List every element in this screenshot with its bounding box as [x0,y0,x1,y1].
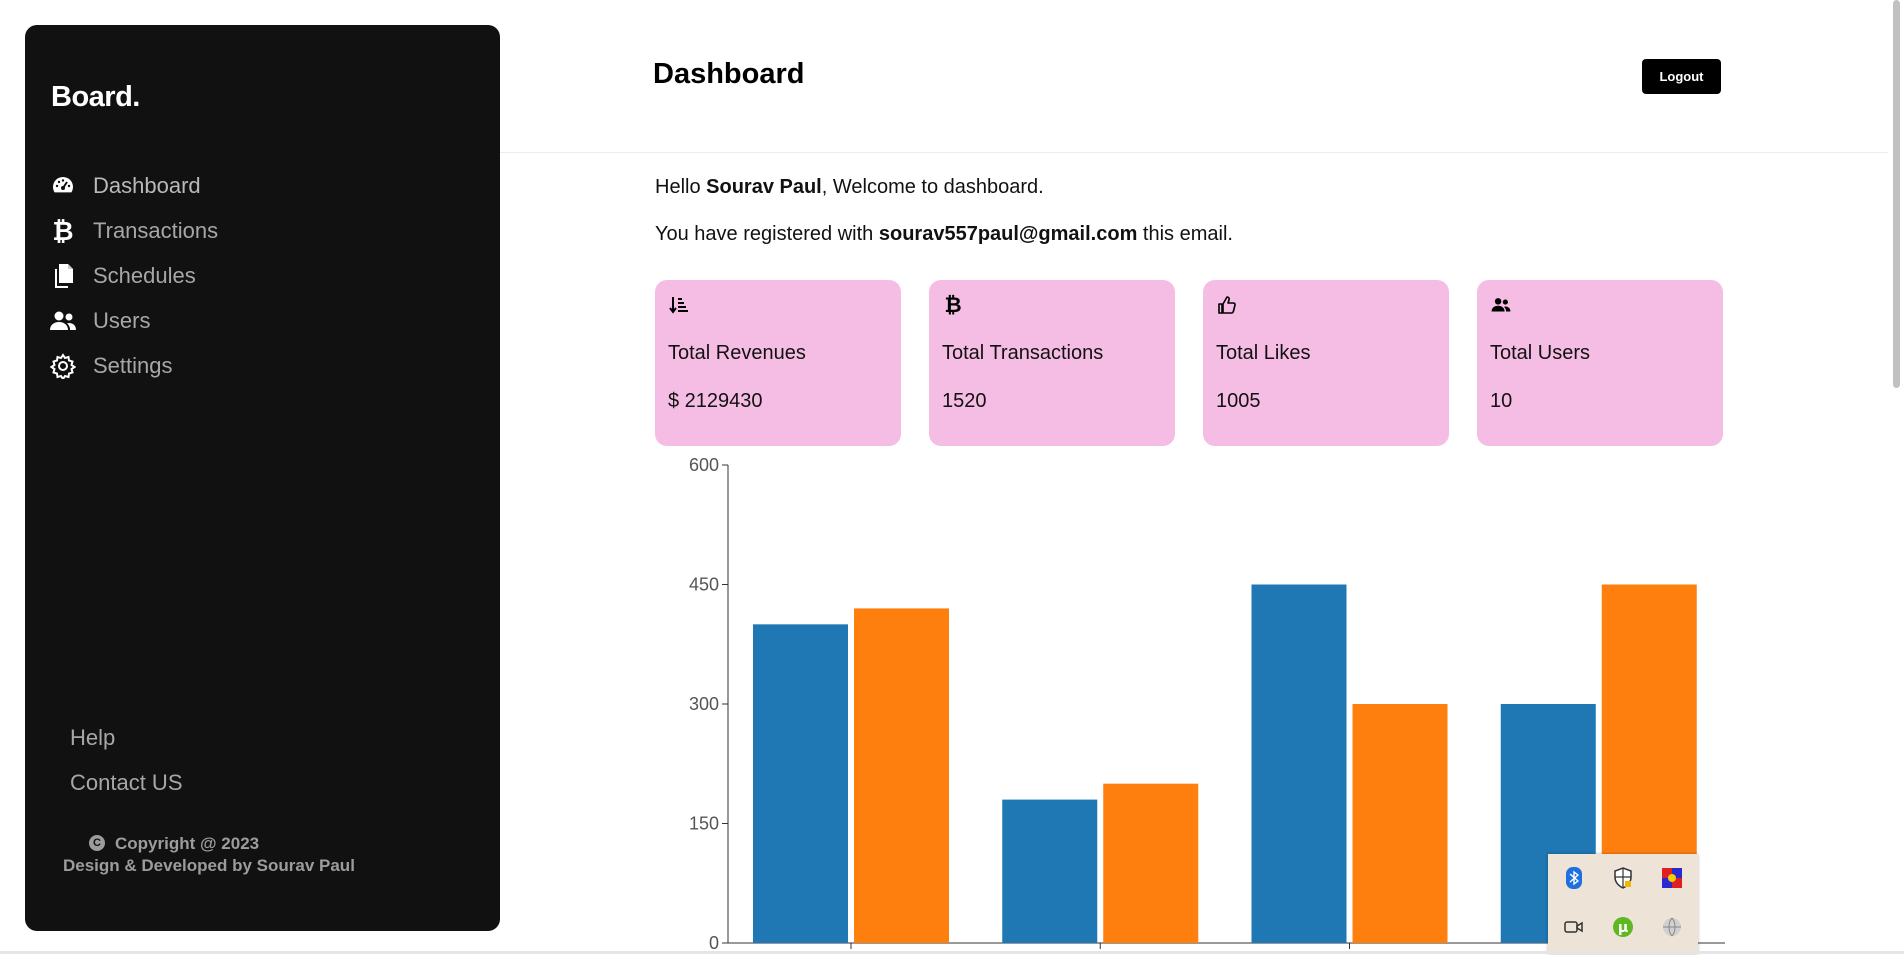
y-tick-label: 150 [689,814,719,834]
sidebar: Board. Dashboard ₿ Transactions Schedule… [25,25,500,931]
stat-cards: Total Revenues $ 2129430 ₿ Total Transac… [655,280,1723,446]
sidebar-item-schedules[interactable]: Schedules [49,253,218,298]
sidebar-nav: Dashboard ₿ Transactions Schedules Users… [49,163,218,388]
bar-series-2 [1352,704,1448,943]
sidebar-item-transactions[interactable]: ₿ Transactions [49,208,218,253]
system-tray-popup: µ [1548,854,1698,954]
sidebar-bottom-links: Help Contact US [70,715,183,805]
bar-series-1 [753,624,848,943]
svg-text:µ: µ [1618,920,1628,936]
bar-series-2 [1103,783,1199,943]
copyright-text: Copyright @ 2023 [115,834,260,853]
security-shield-icon[interactable] [1611,866,1635,890]
utorrent-icon[interactable]: µ [1611,915,1635,939]
svg-text:₿: ₿ [944,294,961,316]
card-total-transactions: ₿ Total Transactions 1520 [929,280,1175,446]
copyright: C Copyright @ 2023 Design & Developed by … [63,833,355,877]
users-icon [1490,294,1512,316]
card-value: $ 2129430 [668,390,763,412]
bluetooth-icon[interactable] [1562,866,1586,890]
user-name: Sourav Paul [706,176,822,198]
greeting-hello: Hello [655,176,707,198]
credits-text: Design & Developed by Sourav Paul [63,856,355,875]
user-email: sourav557paul@gmail.com [878,223,1138,245]
greeting-line: Hello Sourav Paul, Welcome to dashboard. [655,176,1044,199]
camera-icon[interactable] [1562,915,1586,939]
card-title: Total Users [1490,342,1591,364]
y-tick-label: 0 [709,933,719,953]
email-line: You have registered with sourav557paul@g… [655,223,1233,246]
logout-button[interactable]: Logout [1642,59,1721,94]
sidebar-item-dashboard[interactable]: Dashboard [49,163,218,208]
bar-series-1 [1251,584,1347,943]
card-total-users: Total Users 10 [1477,280,1723,446]
bar-series-2 [854,608,949,943]
page-scrollbar[interactable] [1888,0,1904,954]
card-total-likes: Total Likes 1005 [1203,280,1449,446]
email-prefix: You have registered with [655,223,879,245]
gear-icon [49,352,77,380]
y-tick-label: 300 [689,694,719,714]
bitcoin-icon: ₿ [49,217,77,245]
network-globe-icon[interactable] [1660,915,1684,939]
card-title: Total Likes [1216,342,1311,364]
greeting-welcome: , Welcome to dashboard. [821,176,1044,198]
sidebar-item-label: Settings [93,352,173,378]
sidebar-item-settings[interactable]: Settings [49,343,218,388]
sidebar-item-label: Dashboard [93,172,201,198]
card-total-revenues: Total Revenues $ 2129430 [655,280,901,446]
contact-link[interactable]: Contact US [70,760,183,805]
email-suffix: this email. [1137,223,1233,245]
scrollbar-thumb[interactable] [1893,0,1900,388]
svg-text:₿: ₿ [52,218,73,244]
card-value: 1005 [1216,390,1261,412]
y-tick-label: 600 [689,455,719,475]
card-value: 1520 [942,390,987,412]
gauge-icon [49,172,77,200]
header-divider [500,152,1904,153]
help-link[interactable]: Help [70,715,183,760]
page-title: Dashboard [653,58,805,90]
card-title: Total Revenues [668,342,806,364]
bar-series-1 [1002,799,1098,943]
bitcoin-icon: ₿ [942,294,964,316]
sort-amount-icon [668,294,690,316]
sidebar-item-users[interactable]: Users [49,298,218,343]
sidebar-item-label: Transactions [93,217,219,243]
copyright-icon: C [89,834,105,851]
brand-logo[interactable]: Board. [51,81,140,114]
users-icon [49,307,77,335]
sidebar-item-label: Schedules [93,262,196,288]
card-value: 10 [1490,390,1513,412]
media-app-icon[interactable] [1660,866,1684,890]
y-tick-label: 450 [689,575,719,595]
thumbs-up-icon [1216,294,1238,316]
documents-icon [49,262,77,290]
card-title: Total Transactions [942,342,1104,364]
sidebar-item-label: Users [93,307,151,333]
